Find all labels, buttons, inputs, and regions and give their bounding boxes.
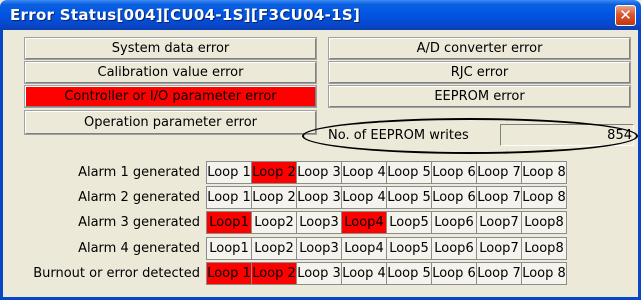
loop-indicator-3: Loop3 (296, 237, 342, 260)
status-controller-io-parameter-error: Controller or I/O parameter error (24, 85, 317, 108)
loop-indicator-5: Loop5 (386, 211, 432, 234)
loop-indicator-5: Loop 5 (386, 186, 432, 209)
close-button[interactable]: ✕ (615, 5, 636, 26)
eeprom-writes-value: 854 (607, 128, 632, 143)
loop-indicator-7: Loop 7 (476, 186, 522, 209)
title-bar[interactable]: Error Status[004][CU04-1S][F3CU04-1S] ✕ (0, 0, 641, 30)
loop-indicator-3: Loop 3 (296, 262, 342, 285)
loop-indicator-6: Loop6 (431, 211, 477, 234)
loop-indicator-8: Loop 8 (521, 262, 567, 285)
loop-indicator-2: Loop2 (251, 211, 297, 234)
loop-indicator-2: Loop 2 (251, 186, 297, 209)
loop-indicator-8: Loop 8 (521, 161, 567, 184)
loop-indicator-8: Loop 8 (521, 186, 567, 209)
loop-indicator-4: Loop4 (341, 237, 387, 260)
status-ad-converter-error: A/D converter error (328, 37, 631, 60)
alarm-row-label: Alarm 2 generated (78, 190, 200, 205)
alarm-row-label: Alarm 4 generated (78, 241, 200, 256)
loop-indicator-1: Loop1 (206, 211, 252, 234)
loop-indicator-1: Loop 1 (206, 161, 252, 184)
loop-indicator-4: Loop4 (341, 211, 387, 234)
loop-indicator-3: Loop 3 (296, 161, 342, 184)
loop-indicator-3: Loop 3 (296, 186, 342, 209)
status-eeprom-error: EEPROM error (328, 85, 631, 108)
loop-indicator-5: Loop5 (386, 237, 432, 260)
loop-indicator-1: Loop1 (206, 237, 252, 260)
status-rjc-error: RJC error (328, 61, 631, 84)
loop-indicator-6: Loop 6 (431, 262, 477, 285)
loop-indicator-1: Loop 1 (206, 262, 252, 285)
status-label: RJC error (450, 65, 509, 80)
status-label: System data error (111, 41, 230, 56)
alarm-row-label: Alarm 3 generated (78, 215, 200, 230)
loop-indicator-4: Loop 4 (341, 262, 387, 285)
status-system-data-error: System data error (24, 37, 317, 60)
loop-indicator-2: Loop 2 (251, 161, 297, 184)
status-label: A/D converter error (416, 41, 543, 56)
status-calibration-value-error: Calibration value error (24, 61, 317, 84)
loop-indicator-7: Loop7 (476, 237, 522, 260)
loop-indicator-6: Loop 6 (431, 186, 477, 209)
loop-indicator-5: Loop 5 (386, 262, 432, 285)
loop-indicator-4: Loop 4 (341, 186, 387, 209)
loop-indicator-7: Loop 7 (476, 161, 522, 184)
loop-indicator-2: Loop 2 (251, 262, 297, 285)
status-label: Calibration value error (97, 65, 244, 80)
loop-indicator-4: Loop 4 (341, 161, 387, 184)
loop-indicator-8: Loop8 (521, 211, 567, 234)
error-status-window: Error Status[004][CU04-1S][F3CU04-1S] ✕ … (0, 0, 641, 300)
status-operation-parameter-error: Operation parameter error (24, 110, 317, 135)
eeprom-writes-label: No. of EEPROM writes (328, 128, 469, 143)
alarm-row-label: Burnout or error detected (33, 266, 200, 281)
status-label: Operation parameter error (83, 115, 258, 130)
loop-indicator-7: Loop7 (476, 211, 522, 234)
status-label: EEPROM error (434, 89, 525, 104)
loop-indicator-1: Loop 1 (206, 186, 252, 209)
loop-indicator-6: Loop 6 (431, 161, 477, 184)
loop-indicator-8: Loop8 (521, 237, 567, 260)
loop-indicator-5: Loop 5 (386, 161, 432, 184)
status-label: Controller or I/O parameter error (64, 89, 277, 104)
loop-indicator-2: Loop2 (251, 237, 297, 260)
loop-indicator-3: Loop3 (296, 211, 342, 234)
loop-indicator-6: Loop6 (431, 237, 477, 260)
window-title: Error Status[004][CU04-1S][F3CU04-1S] (10, 6, 361, 24)
close-icon: ✕ (619, 6, 632, 24)
loop-indicator-7: Loop 7 (476, 262, 522, 285)
alarm-row-label: Alarm 1 generated (78, 165, 200, 180)
